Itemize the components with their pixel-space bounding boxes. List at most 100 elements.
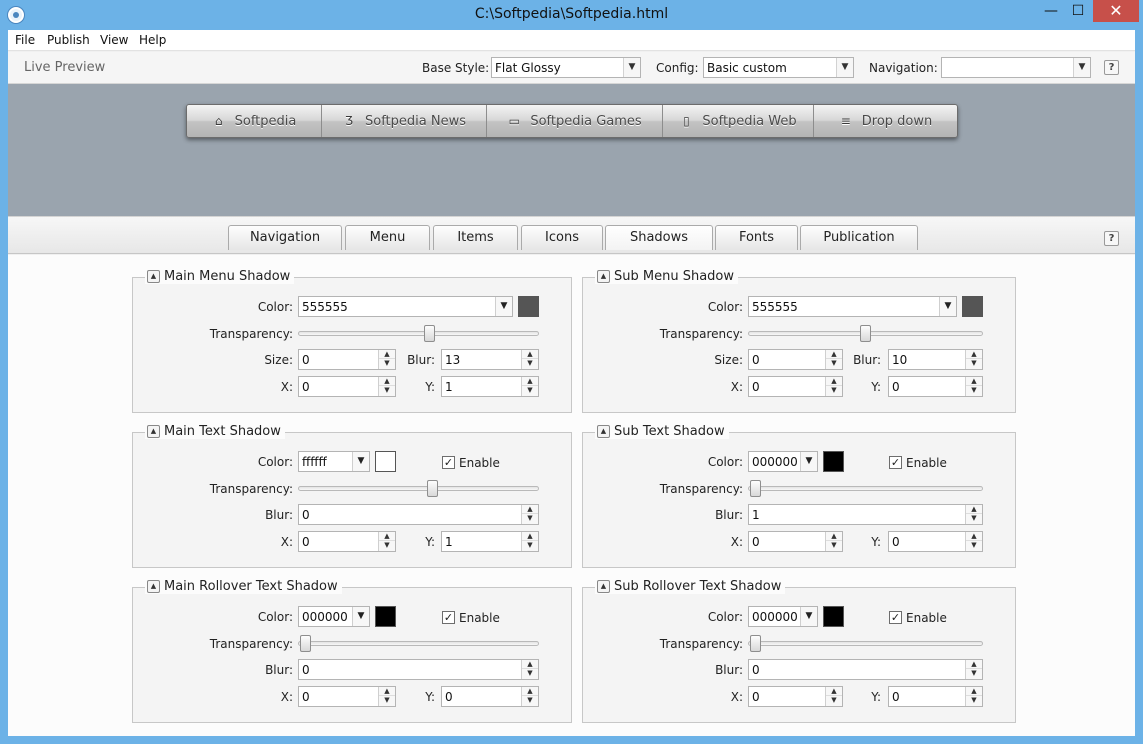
- color-swatch[interactable]: [962, 296, 983, 317]
- spin-down-icon[interactable]: ▼: [826, 386, 842, 395]
- chevron-down-icon[interactable]: ▼: [352, 607, 369, 626]
- spin-down-icon[interactable]: ▼: [826, 359, 842, 368]
- enable-checkbox[interactable]: ✓: [442, 611, 455, 624]
- slider-thumb[interactable]: [424, 325, 436, 342]
- spin-up-icon[interactable]: ▲: [966, 532, 982, 541]
- spin-down-icon[interactable]: ▼: [826, 541, 842, 550]
- maximize-button[interactable]: ☐: [1067, 0, 1089, 22]
- spinner-buttons[interactable]: ▲ ▼: [378, 377, 395, 396]
- color-swatch[interactable]: [375, 451, 396, 472]
- chevron-down-icon[interactable]: ▼: [800, 607, 817, 626]
- color-select[interactable]: ffffff ▼: [298, 451, 370, 472]
- spin-up-icon[interactable]: ▲: [379, 350, 395, 359]
- spin-down-icon[interactable]: ▼: [966, 359, 982, 368]
- spin-down-icon[interactable]: ▼: [522, 669, 538, 678]
- spin-up-icon[interactable]: ▲: [966, 505, 982, 514]
- x-spinner[interactable]: 0 ▲ ▼: [748, 531, 843, 552]
- spin-down-icon[interactable]: ▼: [379, 541, 395, 550]
- tab-shadows[interactable]: Shadows: [605, 225, 713, 250]
- collapse-icon[interactable]: ▲: [597, 580, 610, 593]
- x-spinner[interactable]: 0 ▲ ▼: [748, 686, 843, 707]
- tab-navigation[interactable]: Navigation: [228, 225, 342, 250]
- y-spinner[interactable]: 0 ▲ ▼: [441, 686, 539, 707]
- toolbar-help-button[interactable]: ?: [1104, 60, 1119, 75]
- preview-nav-softpedia-web[interactable]: ▯ Softpedia Web: [663, 105, 814, 137]
- spin-up-icon[interactable]: ▲: [966, 350, 982, 359]
- transparency-slider[interactable]: [748, 634, 983, 654]
- tab-menu[interactable]: Menu: [345, 225, 430, 250]
- tab-fonts[interactable]: Fonts: [715, 225, 798, 250]
- tab-items[interactable]: Items: [433, 225, 518, 250]
- spinner-buttons[interactable]: ▲ ▼: [378, 532, 395, 551]
- spin-down-icon[interactable]: ▼: [966, 386, 982, 395]
- minimize-button[interactable]: —: [1040, 0, 1062, 22]
- spin-down-icon[interactable]: ▼: [826, 696, 842, 705]
- x-spinner[interactable]: 0 ▲ ▼: [298, 376, 396, 397]
- y-spinner[interactable]: 1 ▲ ▼: [441, 376, 539, 397]
- spin-up-icon[interactable]: ▲: [966, 660, 982, 669]
- spin-up-icon[interactable]: ▲: [522, 687, 538, 696]
- spin-down-icon[interactable]: ▼: [379, 696, 395, 705]
- blur-spinner[interactable]: 0 ▲ ▼: [748, 659, 983, 680]
- spinner-buttons[interactable]: ▲ ▼: [521, 660, 538, 679]
- spinner-buttons[interactable]: ▲ ▼: [965, 377, 982, 396]
- spinner-buttons[interactable]: ▲ ▼: [521, 377, 538, 396]
- enable-checkbox[interactable]: ✓: [442, 456, 455, 469]
- spin-down-icon[interactable]: ▼: [522, 541, 538, 550]
- collapse-icon[interactable]: ▲: [597, 270, 610, 283]
- transparency-slider[interactable]: [298, 324, 539, 344]
- chevron-down-icon[interactable]: ▼: [623, 58, 640, 77]
- spinner-buttons[interactable]: ▲ ▼: [378, 350, 395, 369]
- spinner-buttons[interactable]: ▲ ▼: [521, 532, 538, 551]
- menu-view[interactable]: View: [100, 33, 128, 47]
- color-select[interactable]: 000000 ▼: [748, 606, 818, 627]
- close-button[interactable]: ✕: [1093, 0, 1139, 22]
- spin-down-icon[interactable]: ▼: [522, 359, 538, 368]
- spin-down-icon[interactable]: ▼: [966, 514, 982, 523]
- config-select[interactable]: Basic custom ▼: [703, 57, 854, 78]
- spin-down-icon[interactable]: ▼: [379, 359, 395, 368]
- chevron-down-icon[interactable]: ▼: [495, 297, 512, 316]
- slider-thumb[interactable]: [426, 480, 438, 497]
- color-select[interactable]: 000000 ▼: [298, 606, 370, 627]
- collapse-icon[interactable]: ▲: [147, 425, 160, 438]
- spin-down-icon[interactable]: ▼: [966, 541, 982, 550]
- transparency-slider[interactable]: [298, 634, 539, 654]
- spinner-buttons[interactable]: ▲ ▼: [825, 532, 842, 551]
- tabs-help-button[interactable]: ?: [1104, 231, 1119, 246]
- spin-up-icon[interactable]: ▲: [522, 377, 538, 386]
- color-select[interactable]: 000000 ▼: [748, 451, 818, 472]
- slider-thumb[interactable]: [300, 635, 311, 652]
- menu-help[interactable]: Help: [139, 33, 166, 47]
- y-spinner[interactable]: 1 ▲ ▼: [441, 531, 539, 552]
- x-spinner[interactable]: 0 ▲ ▼: [298, 531, 396, 552]
- color-swatch[interactable]: [823, 606, 844, 627]
- spin-up-icon[interactable]: ▲: [826, 377, 842, 386]
- spin-up-icon[interactable]: ▲: [379, 532, 395, 541]
- spin-up-icon[interactable]: ▲: [522, 660, 538, 669]
- size-spinner[interactable]: 0 ▲ ▼: [298, 349, 396, 370]
- spinner-buttons[interactable]: ▲ ▼: [965, 505, 982, 524]
- spin-down-icon[interactable]: ▼: [966, 696, 982, 705]
- x-spinner[interactable]: 0 ▲ ▼: [298, 686, 396, 707]
- enable-checkbox[interactable]: ✓: [889, 456, 902, 469]
- spinner-buttons[interactable]: ▲ ▼: [521, 350, 538, 369]
- chevron-down-icon[interactable]: ▼: [800, 452, 817, 471]
- transparency-slider[interactable]: [748, 324, 983, 344]
- blur-spinner[interactable]: 0 ▲ ▼: [298, 659, 539, 680]
- x-spinner[interactable]: 0 ▲ ▼: [748, 376, 843, 397]
- spinner-buttons[interactable]: ▲ ▼: [825, 377, 842, 396]
- collapse-icon[interactable]: ▲: [147, 270, 160, 283]
- chevron-down-icon[interactable]: ▼: [352, 452, 369, 471]
- slider-thumb[interactable]: [860, 325, 871, 342]
- y-spinner[interactable]: 0 ▲ ▼: [888, 686, 983, 707]
- spinner-buttons[interactable]: ▲ ▼: [965, 532, 982, 551]
- chevron-down-icon[interactable]: ▼: [836, 58, 853, 77]
- tab-icons[interactable]: Icons: [521, 225, 603, 250]
- spin-up-icon[interactable]: ▲: [522, 505, 538, 514]
- spin-up-icon[interactable]: ▲: [966, 687, 982, 696]
- menu-file[interactable]: File: [15, 33, 35, 47]
- enable-checkbox[interactable]: ✓: [889, 611, 902, 624]
- spin-up-icon[interactable]: ▲: [522, 532, 538, 541]
- spin-down-icon[interactable]: ▼: [379, 386, 395, 395]
